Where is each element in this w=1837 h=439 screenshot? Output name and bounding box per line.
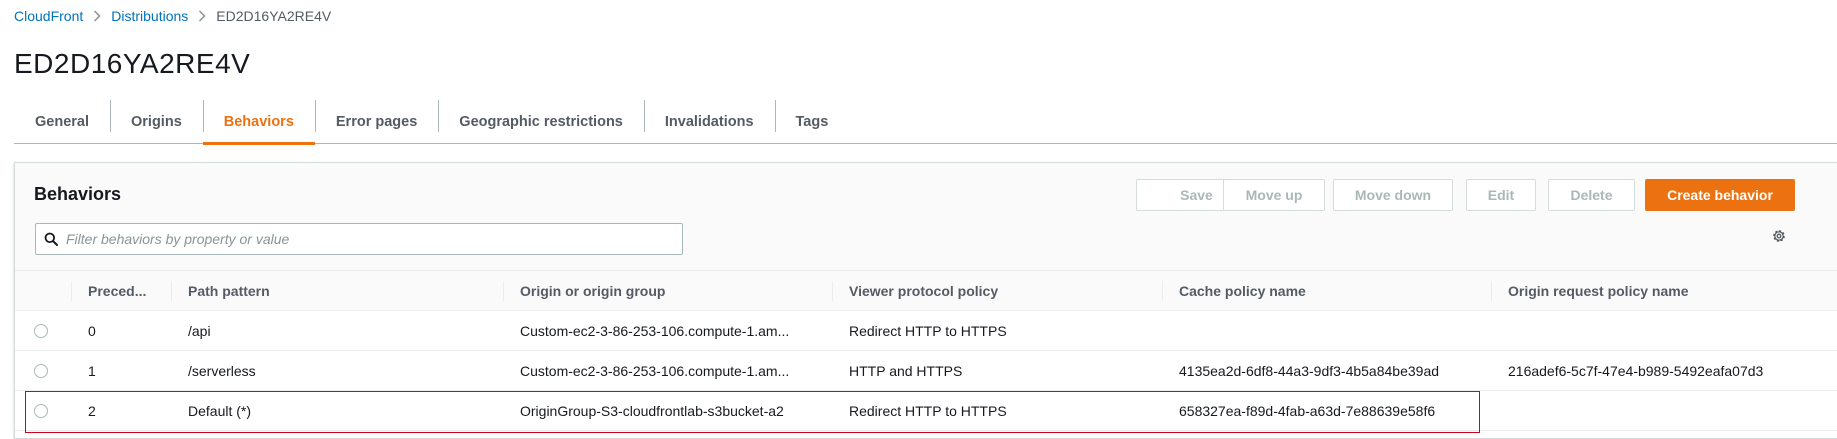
chevron-right-icon (198, 10, 206, 22)
tab-general[interactable]: General (14, 100, 110, 144)
cell-origin: OriginGroup-S3-cloudfrontlab-s3bucket-a2 (520, 403, 784, 419)
cell-cache-policy: 4135ea2d-6df8-44a3-9df3-4b5a84be39ad (1179, 363, 1440, 379)
page-title: ED2D16YA2RE4V (14, 48, 251, 79)
filter-box (35, 223, 683, 255)
table-row[interactable]: 2 Default (*) OriginGroup-S3-cloudfrontl… (15, 391, 1837, 431)
tab-geographic-restrictions[interactable]: Geographic restrictions (438, 100, 644, 144)
column-header-viewer-protocol[interactable]: Viewer protocol policy (849, 271, 998, 311)
cell-precedence: 1 (88, 363, 96, 379)
move-up-button[interactable]: Move up (1223, 179, 1325, 211)
panel-header: Behaviors Save Move up Move down Edit De… (15, 163, 1837, 271)
cell-origin: Custom-ec2-3-86-253-106.compute-1.am... (520, 323, 790, 339)
tab-origins[interactable]: Origins (110, 100, 203, 144)
breadcrumb-cloudfront[interactable]: CloudFront (14, 8, 83, 24)
filter-input[interactable] (66, 231, 666, 247)
move-down-button[interactable]: Move down (1333, 179, 1453, 211)
table-row[interactable]: 1 /serverless Custom-ec2-3-86-253-106.co… (15, 351, 1837, 391)
table-row[interactable]: 0 /api Custom-ec2-3-86-253-106.compute-1… (15, 311, 1837, 351)
chevron-right-icon (93, 10, 101, 22)
row-radio[interactable] (34, 364, 48, 378)
cell-path-pattern: /serverless (188, 363, 256, 379)
cell-origin: Custom-ec2-3-86-253-106.compute-1.am... (520, 363, 790, 379)
row-radio[interactable] (34, 404, 48, 418)
cell-cache-policy: 658327ea-f89d-4fab-a63d-7e88639e58f6 (1179, 403, 1436, 419)
breadcrumb-current: ED2D16YA2RE4V (216, 8, 332, 24)
breadcrumb: CloudFront Distributions ED2D16YA2RE4V (14, 8, 331, 24)
cell-viewer-protocol: Redirect HTTP to HTTPS (849, 323, 1007, 339)
cell-path-pattern: Default (*) (188, 403, 252, 419)
tab-error-pages[interactable]: Error pages (314, 100, 438, 144)
column-header-cache-policy[interactable]: Cache policy name (1179, 271, 1306, 311)
behaviors-panel: Behaviors Save Move up Move down Edit De… (14, 162, 1837, 439)
cell-precedence: 2 (88, 403, 96, 419)
create-behavior-button[interactable]: Create behavior (1645, 179, 1795, 211)
table-header: Preced... Path pattern Origin or origin … (15, 271, 1837, 311)
cell-origin-request-policy: 216adef6-5c7f-47e4-b989-5492eafa07d3 (1508, 363, 1764, 379)
tab-behaviors[interactable]: Behaviors (202, 100, 316, 145)
search-icon (36, 232, 66, 246)
cell-viewer-protocol: Redirect HTTP to HTTPS (849, 403, 1007, 419)
breadcrumb-distributions[interactable]: Distributions (111, 8, 188, 24)
delete-button[interactable]: Delete (1548, 179, 1635, 211)
cell-viewer-protocol: HTTP and HTTPS (849, 363, 963, 379)
panel-title: Behaviors (34, 184, 122, 204)
column-header-precedence[interactable]: Preced... (88, 271, 146, 311)
column-header-origin[interactable]: Origin or origin group (520, 271, 665, 311)
tab-bar: General Origins Behaviors Error pages Ge… (14, 100, 1837, 145)
edit-button[interactable]: Edit (1466, 179, 1536, 211)
row-radio[interactable] (34, 324, 48, 338)
tab-tags[interactable]: Tags (774, 100, 850, 144)
column-header-origin-request-policy[interactable]: Origin request policy name (1508, 271, 1689, 311)
cell-precedence: 0 (88, 323, 96, 339)
cell-path-pattern: /api (188, 323, 211, 339)
column-header-path-pattern[interactable]: Path pattern (188, 271, 270, 311)
tab-invalidations[interactable]: Invalidations (643, 100, 775, 144)
gear-icon[interactable] (1771, 228, 1787, 247)
